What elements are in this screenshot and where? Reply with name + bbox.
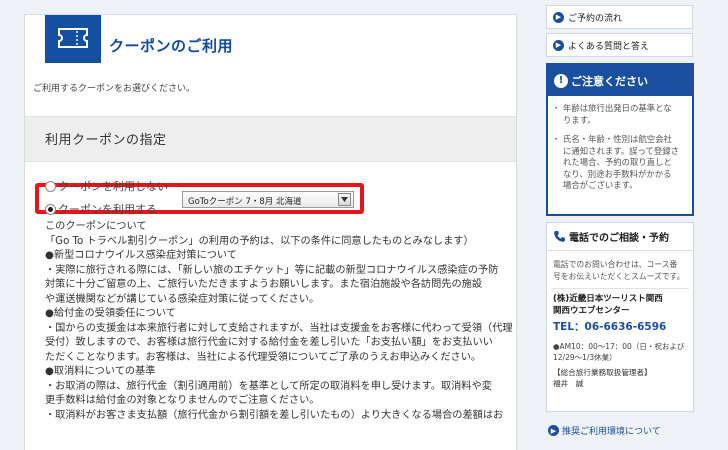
coupon-select[interactable]: GoToクーポン 7・8月 北海道 — [182, 191, 354, 208]
coupon-ticket-icon — [45, 15, 101, 63]
manager-line: 福井 誠 — [553, 379, 584, 388]
notice-line: 場合がございます。 — [563, 180, 638, 190]
env-link-label: 推奨ご利用環境について — [562, 427, 661, 437]
coupon-select-value: GoToクーポン 7・8月 北海道 — [188, 197, 302, 207]
coupon-terms: このクーポンについて 「Go To トラベル割引クーポン」の利用の予約は、以下の… — [45, 220, 513, 423]
chevron-down-icon[interactable] — [338, 193, 351, 206]
radio-use-coupon[interactable]: クーポンを利用する — [45, 201, 157, 217]
notice-line: なり、別途お手数料がかかる — [563, 168, 672, 179]
notice-line: 年齢は旅行出発日の基準とな — [563, 103, 672, 113]
manager-line: 【総合旅行業務取扱管理者】 — [553, 368, 652, 377]
terms-line: 更手数料は給付金の対象となりませんのでご注意ください。 — [45, 395, 320, 406]
phone-description: 電話でのお問い合わせは、コース番 号をお伝えいただくとスムーズです。 — [547, 251, 693, 282]
radio-button-checked[interactable] — [45, 203, 56, 215]
terms-line: 「Go To トラベル割引クーポン」の利用の予約は、以下の条件に同意したものとみ… — [45, 235, 474, 247]
notice-line: に通知されます。誤って登録さ — [563, 145, 679, 156]
faq-link[interactable]: ▶ よくある質問と答え — [546, 33, 693, 57]
terms-line: ●給付金の受領委任について — [45, 308, 176, 319]
terms-line: ・国からの支援金は本来旅行者に対して支給されますが、当社は支援金をお客様に代わっ… — [45, 322, 513, 334]
chevron-right-icon: ▶ — [548, 425, 559, 436]
page-title: クーポンのご利用 — [109, 37, 234, 55]
phone-header: 電話でのご相談・予約 — [547, 223, 693, 251]
terms-line: このクーポンについて — [45, 221, 147, 232]
terms-line: ・取消料がお客さま支払額（旅行代金から割引額を差し引いたもの）より大きくなる場合… — [45, 409, 504, 421]
terms-line: ●新型コロナウイルス感染症対策について — [45, 250, 237, 261]
phone-icon — [554, 231, 565, 242]
section-title: 利用クーポンの指定 — [45, 133, 167, 148]
travel-manager: 【総合旅行業務取扱管理者】 福井 誠 — [547, 363, 693, 389]
coupon-panel: クーポンのご利用 ご利用するクーポンをお選びください。 利用クーポンの指定 クー… — [24, 14, 517, 450]
notice-header: ! ご注意ください — [548, 65, 692, 96]
terms-line: 受付）致しますので、お客様は旅行代金に対する給付金を差し引いた「お支払い額」をお… — [45, 337, 493, 348]
business-hours: ●AM10：00～17：00（日・祝および 12/29～1/3休業） — [547, 334, 693, 363]
notice-item: 氏名・年齢・性別は航空会社 に通知されます。誤って登録さ れた場合、予約の取り直… — [552, 134, 686, 192]
company-line: (株)近畿日本ツーリスト関西 — [553, 294, 663, 304]
reservation-flow-label: ご予約の流れ — [568, 13, 623, 24]
notice-title: ご注意ください — [571, 74, 648, 88]
hours-line: ●AM10：00～17：00（日・祝および — [553, 342, 685, 351]
recommended-environment-link[interactable]: ▶ 推奨ご利用環境について — [548, 424, 661, 437]
phone-number: TEL：06-6636-6596 — [553, 321, 667, 333]
terms-line: ●取消料についての基準 — [45, 366, 156, 377]
notice-list: 年齢は旅行出発日の基準とな ります。 氏名・年齢・性別は航空会社 に通知されます… — [548, 96, 692, 192]
faq-label: よくある質問と答え — [568, 41, 650, 52]
reservation-flow-link[interactable]: ▶ ご予約の流れ — [546, 5, 693, 29]
notice-line: れた場合、予約の取り直しと — [563, 157, 672, 167]
company-name: (株)近畿日本ツーリスト関西 関西ウエブセンター — [547, 289, 693, 317]
terms-line: ただくことなります。お客様は、当社による代理受領についてご了承のうえお申込みくだ… — [45, 351, 482, 363]
radio-label: クーポンを利用しない — [58, 180, 168, 193]
chevron-right-icon: ▶ — [553, 11, 564, 23]
phone-desc-line: 電話でのお問い合わせは、コース番 — [553, 260, 678, 269]
section-header: 利用クーポンの指定 — [25, 116, 516, 162]
radio-label: クーポンを利用する — [58, 203, 157, 216]
notice-line: 氏名・年齢・性別は航空会社 — [563, 134, 672, 144]
notice-item: 年齢は旅行出発日の基準とな ります。 — [552, 103, 686, 126]
terms-line: ・お取消の際は、旅行代金（割引適用前）を基準として所定の取消料を申し受けます。取… — [45, 380, 492, 392]
terms-line: ・実際に旅行される際には、「新しい旅のエチケット」等に記載の新型コロナウイルス感… — [45, 264, 499, 276]
page-subtitle: ご利用するクーポンをお選びください。 — [33, 84, 196, 94]
notice-box: ! ご注意ください 年齢は旅行出発日の基準とな ります。 氏名・年齢・性別は航空… — [546, 63, 694, 216]
radio-button-unchecked[interactable] — [45, 180, 56, 192]
terms-line: 対策に十分ご留意の上、ご旅行いただきますようお願いします。また宿泊施設や各訪問先… — [45, 279, 483, 290]
exclamation-icon: ! — [554, 73, 568, 88]
chevron-right-icon: ▶ — [553, 39, 564, 51]
phone-contact-box: 電話でのご相談・予約 電話でのお問い合わせは、コース番 号をお伝えいただくとスム… — [546, 222, 694, 412]
terms-line: や運送機関などが講じている感染症対策に従ってください。 — [45, 293, 320, 305]
notice-line: ります。 — [563, 114, 596, 125]
phone-desc-line: 号をお伝えいただくとスムーズです。 — [553, 271, 685, 281]
phone-title: 電話でのご相談・予約 — [569, 233, 669, 244]
radio-no-coupon[interactable]: クーポンを利用しない — [45, 178, 168, 194]
hours-line: 12/29～1/3休業） — [553, 352, 617, 362]
company-line: 関西ウエブセンター — [553, 305, 630, 316]
